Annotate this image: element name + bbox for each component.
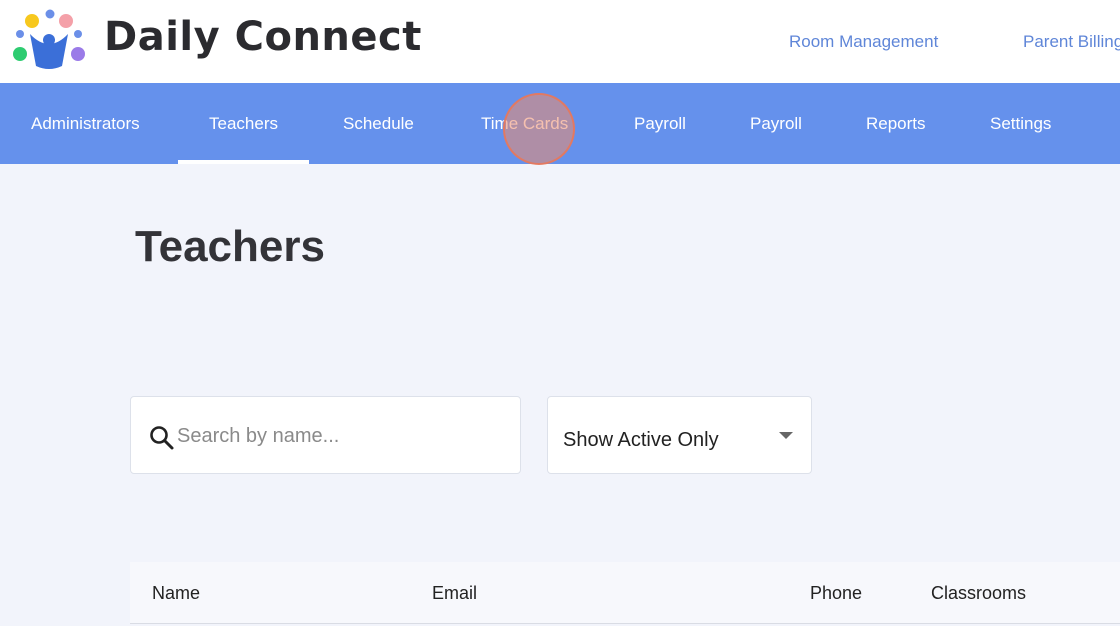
nav-tab-administrators[interactable]: Administrators bbox=[31, 83, 140, 164]
room-management-link[interactable]: Room Management bbox=[789, 32, 938, 52]
nav-tab-settings[interactable]: Settings bbox=[990, 83, 1051, 164]
status-filter-select[interactable]: Show Active Only bbox=[547, 396, 812, 474]
nav-tab-payroll-2[interactable]: Payroll bbox=[750, 83, 802, 164]
nav-tab-teachers[interactable]: Teachers bbox=[178, 83, 309, 164]
main-nav: Administrators Teachers Schedule Time Ca… bbox=[0, 83, 1120, 164]
parent-billing-link[interactable]: Parent Billing bbox=[1023, 32, 1120, 52]
column-header-email[interactable]: Email bbox=[432, 583, 477, 604]
column-header-name[interactable]: Name bbox=[152, 583, 200, 604]
daily-connect-logo-icon[interactable] bbox=[10, 8, 90, 72]
search-icon bbox=[150, 426, 174, 450]
nav-tab-time-cards[interactable]: Time Cards bbox=[481, 83, 568, 164]
search-input[interactable] bbox=[177, 421, 497, 451]
nav-tab-reports[interactable]: Reports bbox=[866, 83, 926, 164]
brand-name: Daily Connect bbox=[104, 14, 422, 60]
top-header: Daily Connect Room Management Parent Bil… bbox=[0, 0, 1120, 83]
page-title: Teachers bbox=[135, 222, 325, 271]
column-header-phone[interactable]: Phone bbox=[810, 583, 862, 604]
chevron-down-icon bbox=[779, 432, 793, 439]
status-filter-value: Show Active Only bbox=[563, 429, 719, 451]
teachers-table-header: Name Email Phone Classrooms bbox=[130, 562, 1120, 624]
search-box[interactable] bbox=[130, 396, 521, 474]
nav-tab-payroll[interactable]: Payroll bbox=[634, 83, 686, 164]
nav-tab-schedule[interactable]: Schedule bbox=[343, 83, 414, 164]
column-header-classrooms[interactable]: Classrooms bbox=[931, 583, 1026, 604]
